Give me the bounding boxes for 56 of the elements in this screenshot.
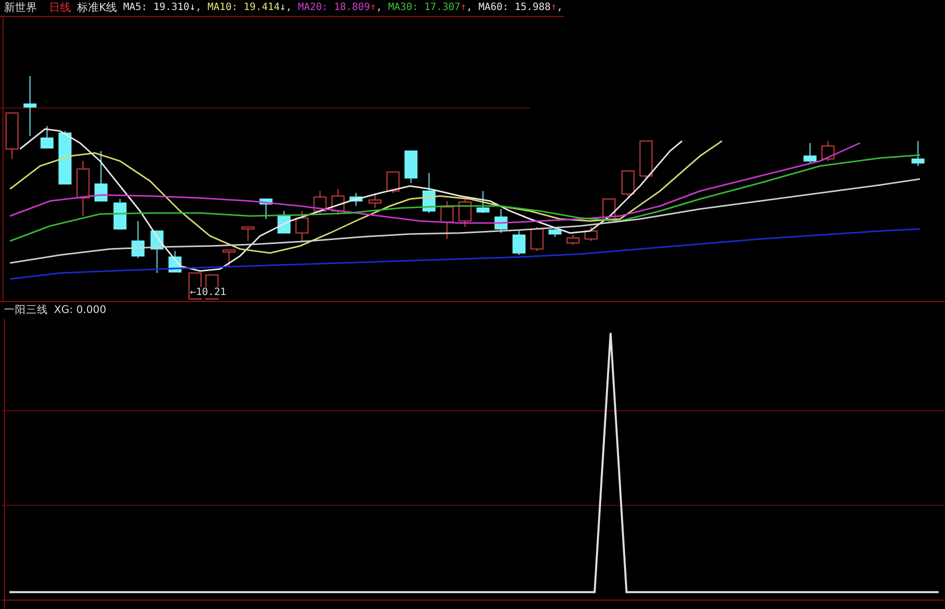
candlestick xyxy=(622,170,634,196)
trend-arrow: ↓ xyxy=(280,2,286,14)
trend-arrow: ↑ xyxy=(550,2,557,14)
candlestick xyxy=(494,208,508,234)
separator-comma: , xyxy=(376,2,382,14)
candlestick xyxy=(94,150,108,202)
candlestick xyxy=(168,250,182,272)
separator-comma: , xyxy=(556,2,563,14)
candlestick xyxy=(114,198,126,230)
candlestick xyxy=(58,130,72,184)
ma-value: MA20: 18.809 xyxy=(298,2,370,14)
candlestick xyxy=(132,220,144,258)
candlestick xyxy=(260,198,272,220)
candlestick xyxy=(422,172,436,214)
candlestick xyxy=(440,200,454,240)
candlestick xyxy=(368,192,382,208)
ma-value: MA60: 15.988 xyxy=(478,2,551,14)
ma-value: MA10: 19.414 xyxy=(208,2,280,14)
candlestick xyxy=(530,226,544,252)
indicator-reading: XG: 0.000 xyxy=(54,304,106,316)
candlestick xyxy=(24,75,36,136)
candlestick xyxy=(804,142,816,164)
candlestick xyxy=(476,190,490,214)
chart-type-label: 标准K线 xyxy=(77,0,118,16)
candlestick xyxy=(386,171,400,194)
candlestick xyxy=(314,190,326,216)
period-label: 日线 xyxy=(49,0,71,16)
separator-comma: , xyxy=(466,2,472,14)
candlestick xyxy=(404,150,418,184)
candlestick xyxy=(150,230,164,274)
ma-value: MA5: 19.310 xyxy=(123,2,190,14)
stock-name: 新世界 xyxy=(4,0,37,16)
candlestick xyxy=(512,230,526,256)
indicator-title: 一阳三线 xyxy=(4,303,48,318)
candlestick xyxy=(76,160,90,216)
trend-arrow: ↑ xyxy=(370,2,376,14)
candlestick xyxy=(242,226,254,242)
candlestick xyxy=(332,188,344,216)
separator-comma: , xyxy=(286,2,292,14)
candlestick xyxy=(912,140,924,166)
candlestick xyxy=(6,112,18,160)
candlestick xyxy=(40,125,54,148)
candlestick xyxy=(350,192,362,206)
ma-value: MA30: 17.307 xyxy=(388,2,460,14)
candlestick xyxy=(222,249,236,268)
candlestick xyxy=(548,226,562,238)
candlestick xyxy=(458,198,472,228)
candlestick xyxy=(566,234,580,246)
separator-comma: , xyxy=(195,2,202,14)
candlestick xyxy=(640,140,652,180)
candlestick xyxy=(822,140,834,162)
trend-arrow: ↓ xyxy=(189,2,196,14)
trend-arrow: ↑ xyxy=(460,2,466,14)
candlestick xyxy=(296,210,308,242)
low-price-marker: ←10.21 xyxy=(190,286,226,298)
candlestick xyxy=(584,226,598,242)
